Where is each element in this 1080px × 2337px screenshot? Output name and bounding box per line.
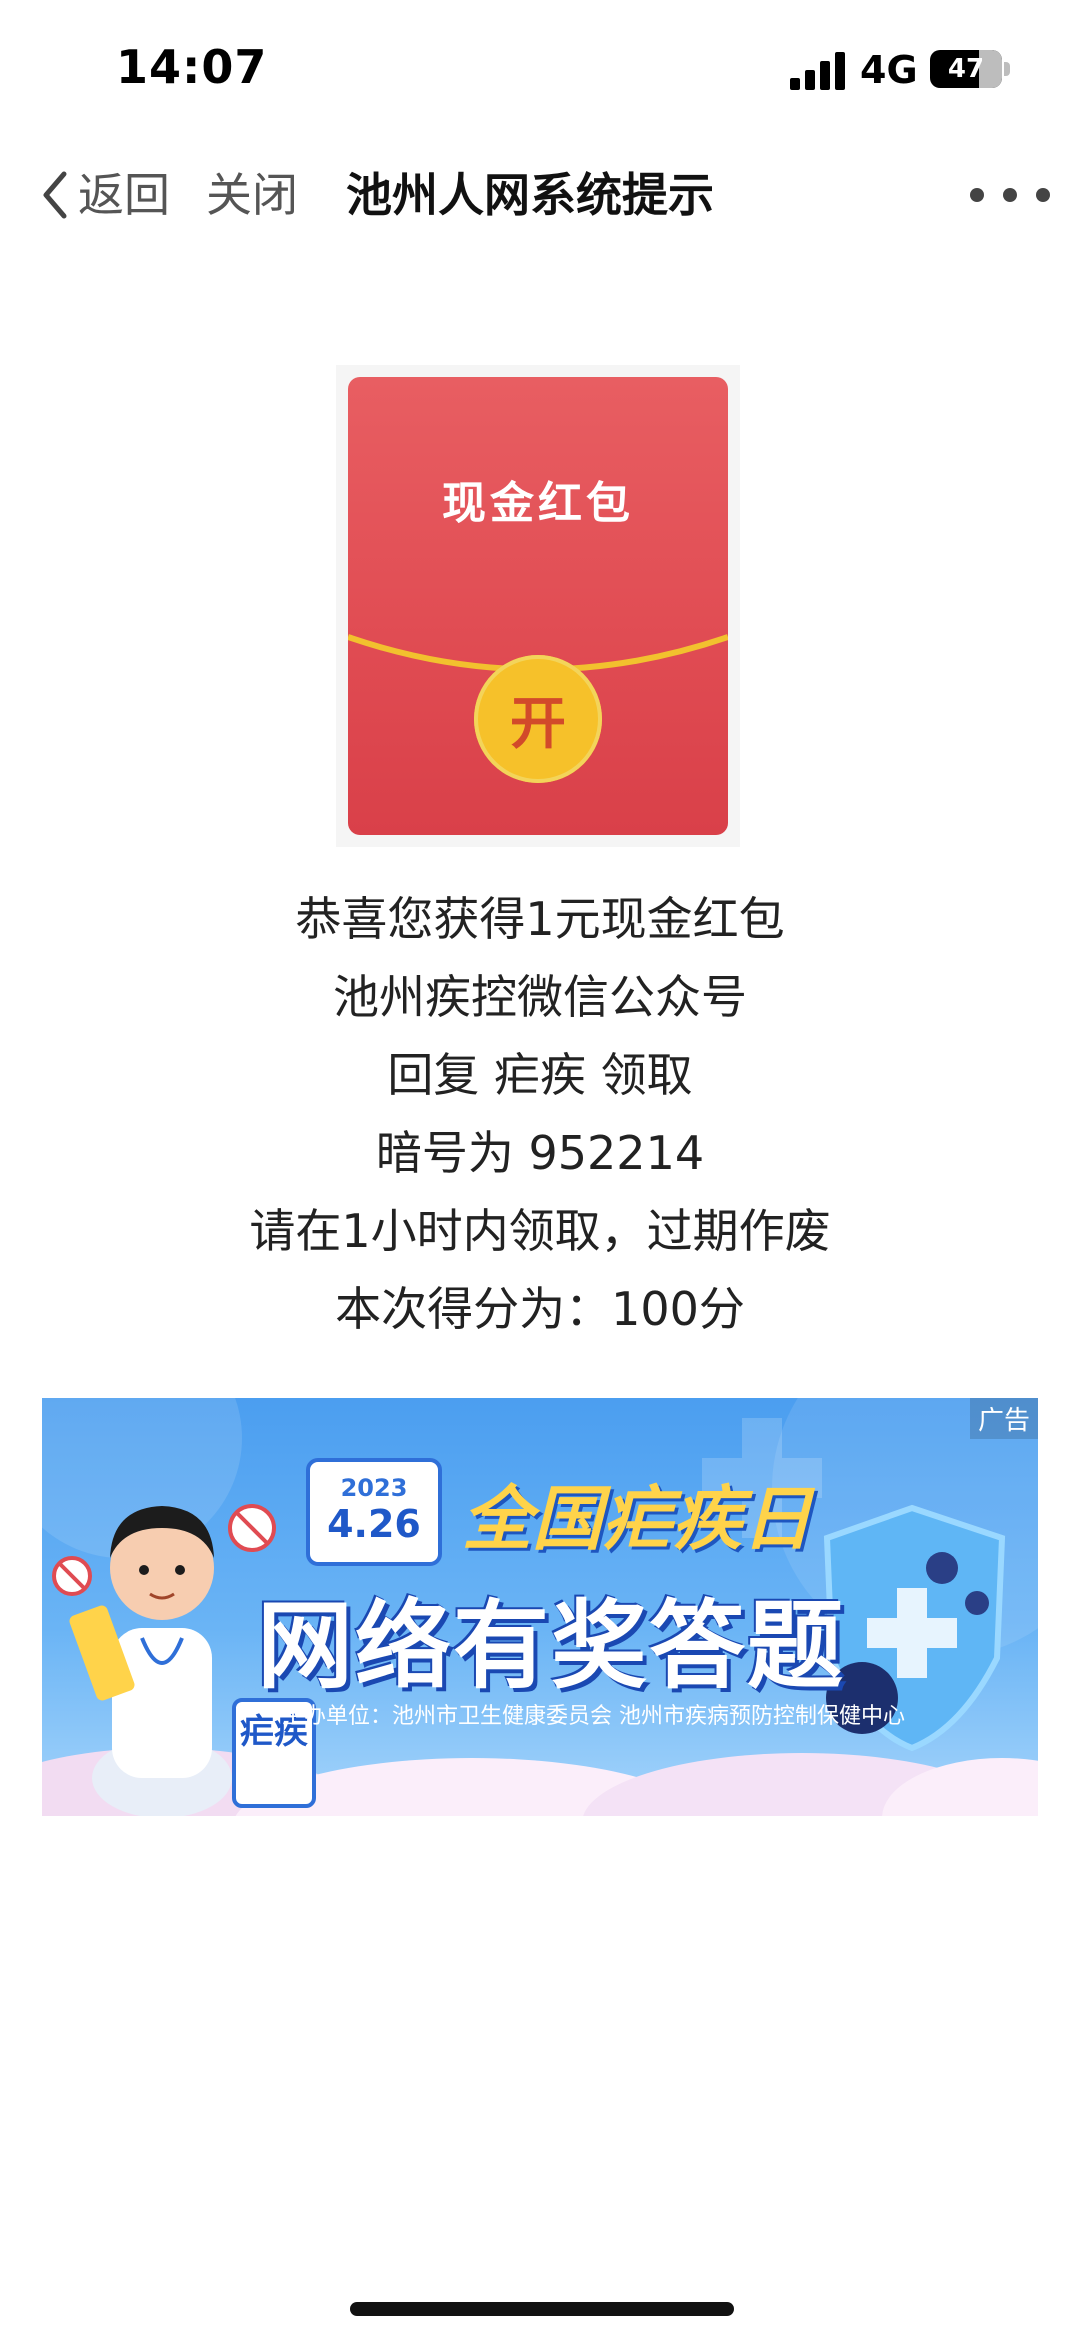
cellular-signal-icon — [790, 52, 845, 90]
back-label: 返回 — [78, 168, 170, 222]
more-dot-icon — [970, 188, 984, 202]
envelope-open-seal: 开 — [474, 655, 602, 783]
more-dot-icon — [1036, 188, 1050, 202]
screen: 14:07 4G 47 返回 关闭 池州人网系统提示 现金红包 开 恭喜您获得1… — [0, 0, 1080, 2337]
more-menu-button[interactable] — [970, 170, 1050, 220]
message-line: 本次得分为：100分 — [335, 1282, 745, 1336]
message-line: 回复 疟疾 领取 — [387, 1048, 693, 1102]
seal-glyph: 开 — [510, 691, 566, 757]
status-time: 14:07 — [116, 40, 268, 94]
battery-level: 47 — [947, 54, 985, 84]
ad-title-line1: 全国疟疾日 — [462, 1477, 812, 1560]
message-block: 恭喜您获得1元现金红包 池州疾控微信公众号 回复 疟疾 领取 暗号为 95221… — [0, 880, 1080, 1348]
nav-bar: 返回 关闭 池州人网系统提示 — [0, 140, 1080, 250]
red-envelope: 现金红包 开 — [348, 377, 728, 835]
battery-icon: 47 — [930, 50, 1012, 90]
more-dot-icon — [1003, 188, 1017, 202]
close-button[interactable]: 关闭 — [206, 160, 298, 230]
network-type: 4G — [860, 48, 918, 92]
envelope-title: 现金红包 — [442, 478, 634, 529]
ad-date: 4.26 — [327, 1502, 421, 1546]
chevron-left-icon — [43, 171, 67, 219]
message-line: 暗号为 952214 — [375, 1126, 705, 1180]
message-line: 请在1小时内领取，过期作废 — [249, 1204, 831, 1258]
ad-year: 2023 — [340, 1474, 408, 1502]
close-label: 关闭 — [206, 168, 298, 222]
ad-banner[interactable]: 广告 2023 4.26 全国疟疾日 网络有奖答题 疟疾 主办单位：池州市卫生健… — [42, 1398, 1038, 1816]
red-envelope-image: 现金红包 开 — [336, 365, 740, 847]
message-line: 池州疾控微信公众号 — [333, 970, 747, 1024]
message-line: 恭喜您获得1元现金红包 — [295, 892, 785, 946]
ad-sponsor: 主办单位：池州市卫生健康委员会 池州市疾病预防控制保健中心 — [282, 1704, 905, 1729]
back-button[interactable]: 返回 — [40, 160, 170, 230]
page-title: 池州人网系统提示 — [346, 168, 714, 222]
status-bar: 14:07 4G 47 — [0, 0, 1080, 140]
ad-label: 广告 — [969, 1398, 1038, 1439]
home-indicator[interactable] — [350, 2302, 734, 2316]
ad-calendar-card: 2023 4.26 — [306, 1458, 442, 1566]
ad-title-line2: 网络有奖答题 — [257, 1590, 845, 1702]
